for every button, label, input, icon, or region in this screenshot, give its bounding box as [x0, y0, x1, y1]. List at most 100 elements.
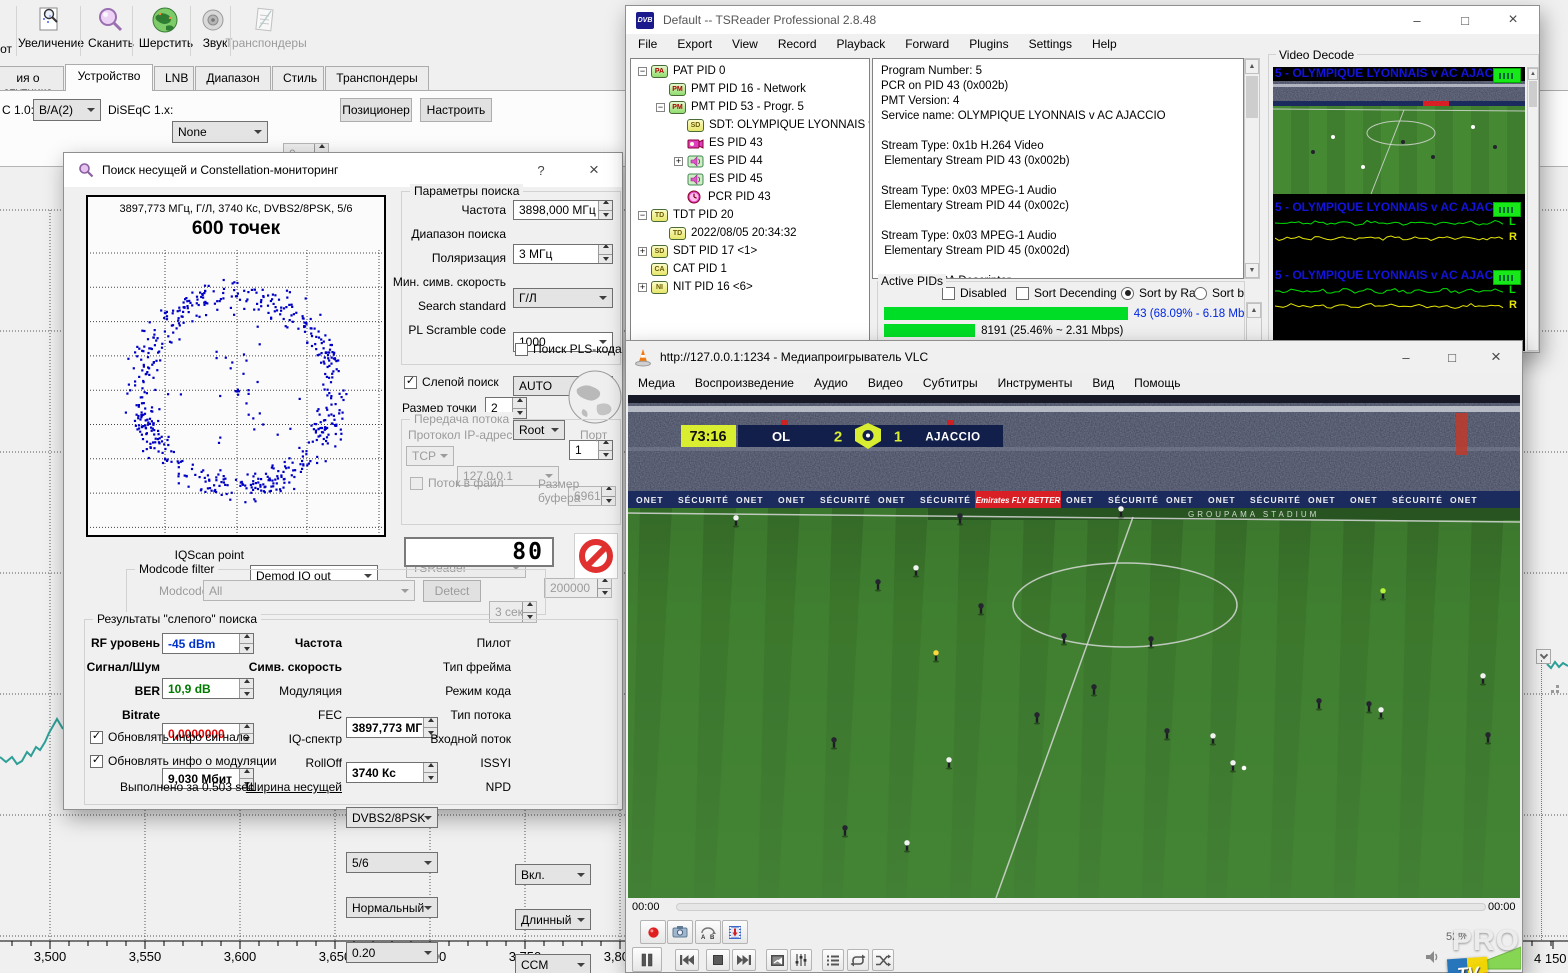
tree-item[interactable]: ES PID 45	[634, 170, 869, 188]
tree-expander[interactable]: +	[638, 283, 647, 292]
video-area[interactable]: ONETSÉCURITÉONETONETSÉCURITÉONETSÉCURITÉ…	[628, 395, 1520, 898]
shuffle-button[interactable]	[872, 949, 894, 971]
tree-expander[interactable]: −	[656, 103, 665, 112]
param-field-2[interactable]: Г/Л	[513, 288, 613, 308]
tree-item[interactable]: TD2022/08/05 20:34:32	[634, 224, 869, 242]
menu-settings[interactable]: Settings	[1019, 34, 1082, 54]
tree-expander[interactable]: −	[638, 211, 647, 220]
menu-медиа[interactable]: Медиа	[628, 373, 685, 393]
record-button[interactable]	[640, 920, 666, 944]
stop-scan-icon[interactable]	[574, 533, 618, 579]
menu-view[interactable]: View	[722, 34, 768, 54]
maximize-button[interactable]: □	[1443, 6, 1487, 34]
buffer-spinner[interactable]: 200000	[544, 578, 612, 598]
tree-item[interactable]: SDSDT: OLYMPIQUE LYONNAIS v	[634, 116, 869, 134]
result-field-Пилот[interactable]: Вкл.	[515, 864, 591, 885]
tab-LNB[interactable]: LNB	[154, 66, 194, 90]
seek-slider[interactable]	[676, 903, 1486, 911]
result-field-Модуляция[interactable]: DVBS2/8PSK	[346, 807, 438, 828]
tree-expander[interactable]: −	[638, 67, 647, 76]
tree-item[interactable]: ES PID 43	[634, 134, 869, 152]
minimize-button[interactable]: –	[1386, 341, 1426, 373]
menu-воспроизведение[interactable]: Воспроизведение	[685, 373, 804, 393]
result-field-Тип фрейма[interactable]: Длинный	[515, 909, 591, 930]
result-field-RF уровень[interactable]: -45 dBm	[162, 633, 254, 654]
update-signal-checkbox[interactable]: Обновлять инфо сигнале	[90, 730, 249, 744]
close-button[interactable]: ×	[1474, 341, 1518, 373]
menu-аудио[interactable]: Аудио	[804, 373, 858, 393]
tree-item[interactable]: −PMPMT PID 53 - Progr. 5	[634, 98, 869, 116]
protocol-combo[interactable]: TCP	[406, 446, 454, 466]
param-field-1[interactable]: 3 МГц	[513, 244, 613, 264]
menu-export[interactable]: Export	[667, 34, 722, 54]
result-field-RollOff[interactable]: 0.20	[346, 942, 438, 963]
toolbar-button-transponders[interactable]: Транспондеры	[234, 4, 298, 58]
tree-item[interactable]: +SDSDT PID 17 <1>	[634, 242, 869, 260]
maximize-button[interactable]: □	[1432, 341, 1472, 373]
pause-button[interactable]	[632, 947, 662, 972]
constellation-titlebar[interactable]: Поиск несущей и Constellation-мониторинг…	[64, 153, 622, 187]
tab-Устройство[interactable]: Устройство	[65, 64, 153, 91]
tree-item[interactable]: PMPMT PID 16 - Network	[634, 80, 869, 98]
volume-icon[interactable]	[1424, 949, 1440, 965]
result-field-FEC[interactable]: 5/6	[346, 852, 438, 873]
sort-by-pid-radio[interactable]: Sort by PID	[1194, 286, 1245, 300]
menu-помощь[interactable]: Помощь	[1124, 373, 1190, 393]
disabled-checkbox[interactable]: Disabled	[942, 286, 1007, 300]
menu-инструменты[interactable]: Инструменты	[988, 373, 1083, 393]
result-field-IQ-спектр[interactable]: Нормальный	[346, 897, 438, 918]
toolbar-button-partial[interactable]: от	[0, 4, 14, 58]
toolbar-button-globe[interactable]: Шерстить	[138, 4, 194, 58]
minimize-button[interactable]: –	[1395, 6, 1439, 34]
next-button[interactable]	[732, 949, 756, 971]
param-field-0[interactable]: 3898,000 МГц	[513, 200, 613, 220]
update-modulation-checkbox[interactable]: Обновлять инфо о модуляции	[90, 754, 277, 768]
stop-button[interactable]	[706, 949, 730, 971]
pls-search-checkbox[interactable]: Поиск PLS-кода	[515, 342, 622, 356]
tree-expander[interactable]: +	[674, 157, 683, 166]
loop-button[interactable]	[847, 949, 869, 971]
tree-item[interactable]: CACAT PID 1	[634, 260, 869, 278]
close-button[interactable]: ×	[574, 153, 614, 187]
playlist-button[interactable]	[822, 949, 844, 971]
help-button[interactable]: ?	[524, 153, 558, 187]
detect-button[interactable]: Detect	[423, 580, 481, 602]
menu-видео[interactable]: Видео	[858, 373, 913, 393]
menu-file[interactable]: File	[628, 34, 667, 54]
tab-ия-о-спутнике[interactable]: ия о спутнике	[0, 66, 64, 90]
close-button[interactable]: ×	[1491, 6, 1535, 34]
scroll-down-button[interactable]	[1536, 649, 1551, 664]
diseqc1x-combo[interactable]: None	[172, 121, 268, 143]
positioner-button[interactable]: Позиционер	[340, 98, 412, 122]
modcode-combo[interactable]: All	[203, 580, 415, 601]
resize-grip[interactable]	[1546, 680, 1560, 694]
vlc-titlebar[interactable]: http://127.0.0.1:1234 - Медиапроигрывате…	[626, 341, 1522, 373]
menu-record[interactable]: Record	[768, 34, 827, 54]
stream-to-file-checkbox[interactable]: Поток в файл	[410, 476, 504, 490]
fullscreen-button[interactable]	[766, 949, 788, 971]
menu-help[interactable]: Help	[1082, 34, 1127, 54]
snapshot-button[interactable]	[667, 920, 693, 944]
sort-by-rate-radio[interactable]: Sort by Rate	[1121, 286, 1206, 300]
result-field-Режим кода[interactable]: CCM	[515, 954, 591, 973]
toolbar-button-scan-magnifier[interactable]: Сканить	[86, 4, 136, 58]
tree-item[interactable]: −PAPAT PID 0	[634, 62, 869, 80]
info-scrollbar[interactable]: ▲▼	[1244, 58, 1260, 279]
tree-item[interactable]: +ES PID 44	[634, 152, 869, 170]
tsreader-titlebar[interactable]: DVB Default -- TSReader Professional 2.8…	[626, 6, 1539, 34]
menu-forward[interactable]: Forward	[895, 34, 959, 54]
diseqc10-combo[interactable]: B/A(2)	[33, 99, 101, 121]
frame-by-frame-button[interactable]	[722, 920, 748, 944]
tree-item[interactable]: −TDTDT PID 20	[634, 206, 869, 224]
tab-Диапазон[interactable]: Диапазон	[195, 66, 271, 90]
previous-button[interactable]	[675, 949, 699, 971]
tree-item[interactable]: +NINIT PID 16 <6>	[634, 278, 869, 296]
menu-plugins[interactable]: Plugins	[959, 34, 1018, 54]
configure-button[interactable]: Настроить	[420, 98, 492, 122]
tab-Транспондеры[interactable]: Транспондеры	[325, 66, 429, 90]
menu-playback[interactable]: Playback	[827, 34, 896, 54]
extended-settings-button[interactable]	[790, 949, 812, 971]
tree-item[interactable]: PCR PID 43	[634, 188, 869, 206]
video-decode-scrollbar[interactable]: ▲	[1527, 67, 1539, 351]
result-field-Сигнал/Шум[interactable]: 10,9 dB	[162, 678, 254, 699]
